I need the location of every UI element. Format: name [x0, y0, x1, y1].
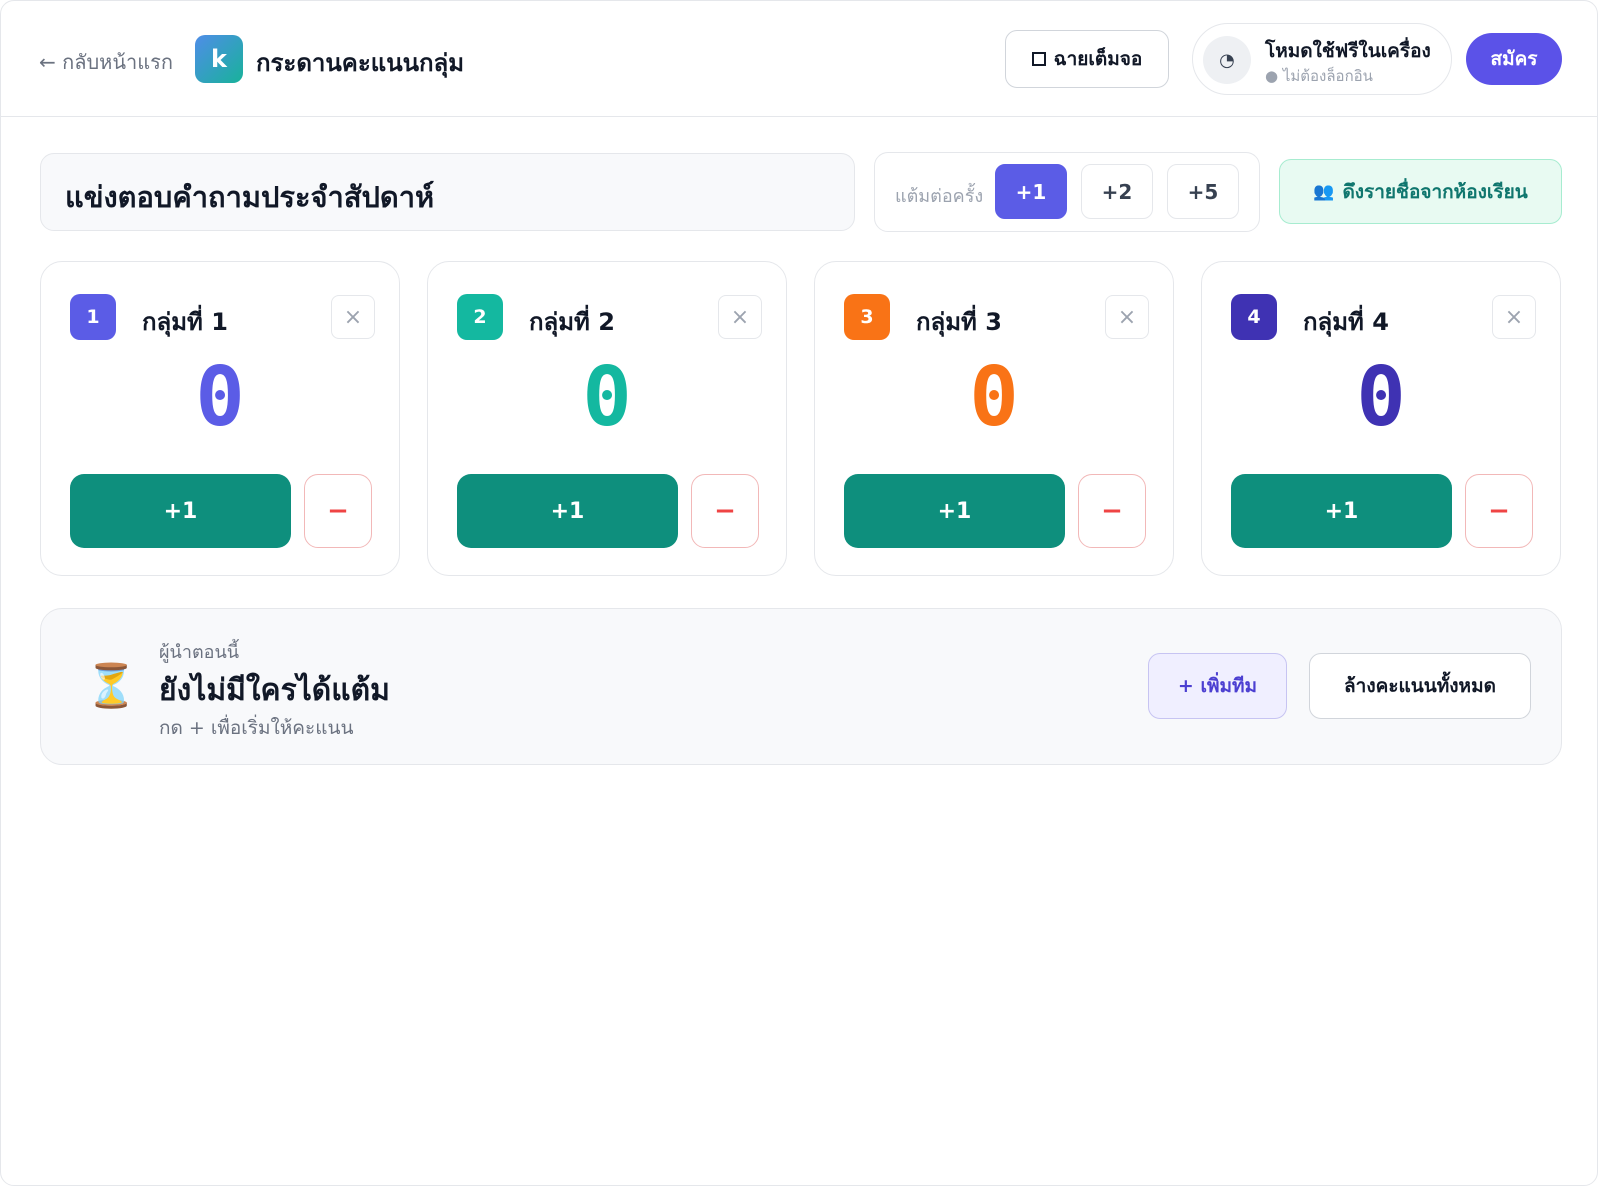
app-window: ← กลับหน้าแรก k กระดานคะแนนกลุ่ม ฉายเต็ม…	[0, 0, 1598, 1186]
team-card-3: 3 กลุ่มที่ 3 × 0 +1 −	[814, 261, 1174, 576]
subtract-point-button[interactable]: −	[1078, 474, 1146, 548]
signup-button[interactable]: สมัคร	[1466, 33, 1562, 85]
mode-status-icon: ◔	[1203, 36, 1251, 84]
leader-hint: กด + เพื่อเริ่มให้คะแนน	[159, 717, 354, 739]
people-icon: 👥	[1313, 181, 1335, 202]
team-name: กลุ่มที่ 3	[916, 308, 1002, 336]
team-number-badge: 3	[844, 294, 890, 340]
add-point-button[interactable]: +1	[1231, 474, 1452, 548]
remove-team-button[interactable]: ×	[331, 295, 375, 339]
reset-scores-button[interactable]: ล้างคะแนนทั้งหมด	[1309, 653, 1531, 719]
add-team-button[interactable]: + เพิ่มทีม	[1148, 653, 1287, 719]
team-name: กลุ่มที่ 1	[142, 308, 228, 336]
leader-status: ยังไม่มีใครได้แต้ม	[159, 673, 390, 708]
fullscreen-button[interactable]: ฉายเต็มจอ	[1005, 30, 1169, 88]
board-title: แข่งตอบคำถามประจำสัปดาห์	[65, 180, 435, 214]
point-option-5[interactable]: +5	[1167, 164, 1239, 219]
import-classroom-button[interactable]: 👥 ดึงรายชื่อจากห้องเรียน	[1279, 159, 1562, 224]
app-title: กระดานคะแนนกลุ่ม	[256, 49, 465, 77]
add-point-button[interactable]: +1	[70, 474, 291, 548]
team-card-1: 1 กลุ่มที่ 1 × 0 +1 −	[40, 261, 400, 576]
top-header: ← กลับหน้าแรก k กระดานคะแนนกลุ่ม ฉายเต็ม…	[1, 1, 1597, 117]
leader-panel: ⏳ ผู้นำตอนนี้ ยังไม่มีใครได้แต้ม กด + เพ…	[40, 608, 1562, 765]
back-home-link[interactable]: ← กลับหน้าแรก	[39, 46, 173, 78]
board-title-field[interactable]: แข่งตอบคำถามประจำสัปดาห์	[40, 153, 855, 231]
mode-title: โหมดใช้ฟรีในเครื่อง	[1265, 40, 1431, 62]
app-logo: k	[195, 35, 243, 83]
subtract-point-button[interactable]: −	[1465, 474, 1533, 548]
subtract-point-button[interactable]: −	[304, 474, 372, 548]
team-score: 0	[969, 350, 1019, 445]
fullscreen-label: ฉายเต็มจอ	[1053, 48, 1143, 70]
points-per-click-selector: แต้มต่อครั้ง +1 +2 +5	[874, 152, 1260, 232]
points-label: แต้มต่อครั้ง	[895, 186, 984, 207]
team-name: กลุ่มที่ 2	[529, 308, 615, 336]
import-label: ดึงรายชื่อจากห้องเรียน	[1342, 180, 1528, 203]
leader-label: ผู้นำตอนนี้	[159, 642, 240, 663]
local-mode-indicator: ◔ โหมดใช้ฟรีในเครื่อง ● ไม่ต้องล็อกอิน	[1192, 23, 1452, 95]
remove-team-button[interactable]: ×	[1492, 295, 1536, 339]
hourglass-icon: ⏳	[85, 661, 138, 710]
team-number-badge: 1	[70, 294, 116, 340]
team-number-badge: 4	[1231, 294, 1277, 340]
fullscreen-icon	[1031, 52, 1046, 66]
team-number-badge: 2	[457, 294, 503, 340]
subtract-point-button[interactable]: −	[691, 474, 759, 548]
point-option-2[interactable]: +2	[1081, 164, 1153, 219]
add-point-button[interactable]: +1	[844, 474, 1065, 548]
add-point-button[interactable]: +1	[457, 474, 678, 548]
team-card-2: 2 กลุ่มที่ 2 × 0 +1 −	[427, 261, 787, 576]
team-score: 0	[1356, 350, 1406, 445]
team-card-4: 4 กลุ่มที่ 4 × 0 +1 −	[1201, 261, 1561, 576]
team-score: 0	[582, 350, 632, 445]
team-score: 0	[195, 350, 245, 445]
point-option-1[interactable]: +1	[995, 164, 1067, 219]
team-name: กลุ่มที่ 4	[1303, 308, 1389, 336]
remove-team-button[interactable]: ×	[718, 295, 762, 339]
mode-subtitle: ● ไม่ต้องล็อกอิน	[1265, 67, 1373, 85]
remove-team-button[interactable]: ×	[1105, 295, 1149, 339]
